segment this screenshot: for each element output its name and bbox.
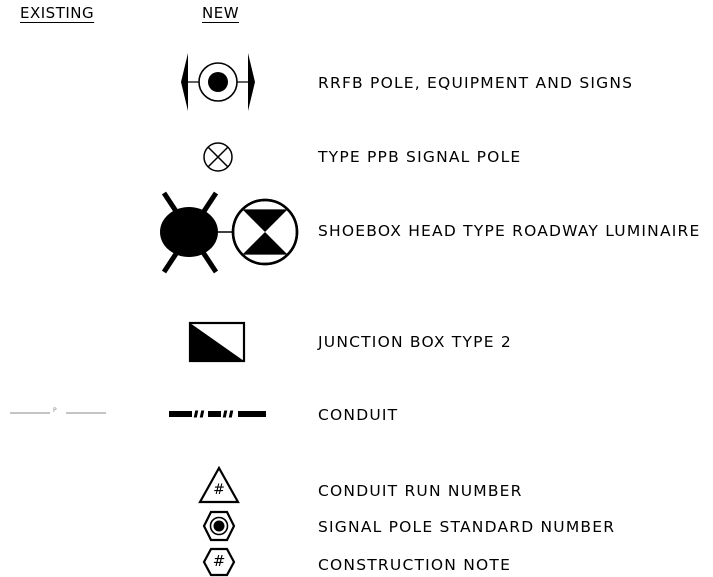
conduit-run-number-hash: #: [213, 482, 225, 498]
legend-label-conduit: CONDUIT: [318, 406, 399, 424]
new-column-header: NEW: [202, 4, 240, 22]
rrfb-pole-icon: [181, 53, 255, 111]
existing-conduit-letter: P: [53, 407, 57, 414]
construction-note-hash: #: [212, 552, 226, 570]
legend-label-conduit-run-number: CONDUIT RUN NUMBER: [318, 482, 523, 500]
legend-label-rrfb: RRFB POLE, EQUIPMENT AND SIGNS: [318, 74, 634, 92]
junction-box-icon: [188, 321, 246, 363]
legend-label-signal-pole-standard: SIGNAL POLE STANDARD NUMBER: [318, 518, 616, 536]
legend-label-junction-box: JUNCTION BOX TYPE 2: [318, 333, 512, 351]
existing-conduit-line: [10, 412, 106, 414]
existing-column-header: EXISTING: [20, 4, 95, 22]
legend-label-ppb: TYPE PPB SIGNAL POLE: [318, 148, 522, 166]
signal-pole-standard-number-icon: [202, 510, 236, 542]
construction-note-icon: #: [202, 547, 236, 577]
conduit-run-number-icon: #: [198, 466, 240, 504]
shoebox-luminaire-icon: [160, 191, 299, 274]
legend-label-construction-note: CONSTRUCTION NOTE: [318, 556, 512, 574]
ppb-signal-pole-icon: [203, 142, 233, 172]
conduit-icon: [169, 410, 266, 418]
legend-sheet: EXISTING NEW RRFB POLE, EQUIPMENT AND SI…: [0, 0, 713, 577]
legend-label-luminaire: SHOEBOX HEAD TYPE ROADWAY LUMINAIRE: [318, 222, 701, 240]
